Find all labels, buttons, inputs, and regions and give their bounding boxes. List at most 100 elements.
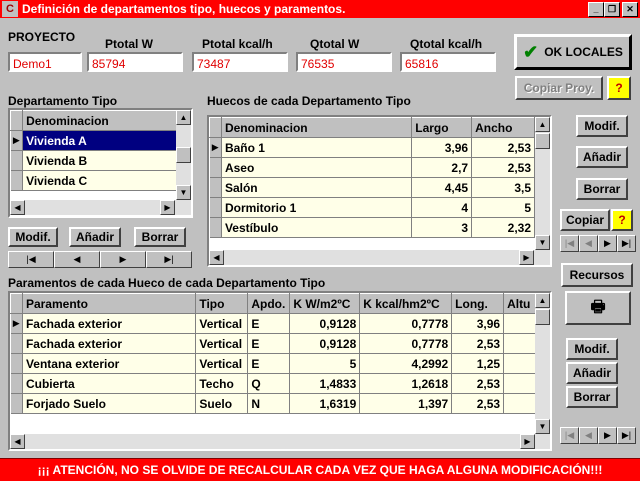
table-cell[interactable]: Salón (221, 177, 413, 198)
app-icon[interactable]: C (2, 1, 18, 17)
table-row[interactable]: ▶ Fachada exterior Vertical E 0,9128 0,7… (10, 313, 550, 334)
table-row[interactable]: Vivienda C (10, 170, 178, 191)
maximize-button[interactable]: ❐ (604, 2, 620, 17)
scroll-down-icon[interactable]: ▼ (176, 185, 191, 200)
table-row[interactable]: Forjado Suelo Suelo N 1,6319 1,397 2,53 (10, 393, 550, 414)
departamento-anadir-button[interactable]: Añadir (69, 227, 121, 247)
table-cell[interactable]: 5 (289, 353, 361, 374)
huecos-modif-button[interactable]: Modif. (576, 115, 628, 137)
help-button[interactable]: ? (607, 76, 631, 100)
column-header[interactable]: K kcal/hm2ºC (359, 293, 453, 314)
table-cell[interactable]: 1,25 (451, 353, 505, 374)
huecos-help-button[interactable]: ? (611, 209, 633, 231)
qtotal-w-field[interactable]: 76535 (296, 52, 392, 72)
scroll-down-icon[interactable]: ▼ (535, 419, 550, 434)
table-row[interactable]: Vivienda B (10, 150, 178, 171)
table-cell[interactable]: 4,45 (411, 177, 473, 198)
scroll-left-icon[interactable]: ◀ (10, 200, 25, 215)
scroll-up-icon[interactable]: ▲ (535, 293, 550, 308)
paramentos-anadir-button[interactable]: Añadir (566, 362, 618, 384)
horizontal-scrollbar[interactable]: ◀ ▶ (209, 250, 550, 265)
table-cell[interactable]: 0,9128 (289, 313, 361, 334)
first-record-icon[interactable]: |◀ (560, 235, 579, 252)
vertical-scrollbar[interactable]: ▲ ▼ (535, 293, 550, 434)
table-row[interactable]: Salón 4,45 3,5 (209, 177, 535, 198)
table-cell[interactable]: 3,96 (411, 137, 473, 158)
scroll-up-icon[interactable]: ▲ (176, 110, 191, 125)
paramentos-modif-button[interactable]: Modif. (566, 338, 618, 360)
column-header[interactable]: K W/m2ºC (289, 293, 361, 314)
table-cell[interactable]: 4 (411, 197, 473, 218)
table-cell[interactable]: 2,7 (411, 157, 473, 178)
table-cell[interactable]: N (247, 393, 291, 414)
table-cell[interactable]: 3 (411, 217, 473, 238)
table-cell[interactable]: Vestíbulo (221, 217, 413, 238)
table-row[interactable]: ▶ Baño 1 3,96 2,53 (209, 137, 535, 158)
departamento-borrar-button[interactable]: Borrar (134, 227, 186, 247)
scroll-right-icon[interactable]: ▶ (519, 250, 534, 265)
column-header[interactable]: Tipo (195, 293, 249, 314)
table-cell[interactable]: Vertical (195, 333, 249, 354)
table-row[interactable]: Cubierta Techo Q 1,4833 1,2618 2,53 (10, 373, 550, 394)
table-cell[interactable]: 5 (471, 197, 535, 218)
vertical-scrollbar[interactable]: ▲ ▼ (535, 117, 550, 250)
table-cell[interactable]: 0,7778 (359, 333, 453, 354)
table-cell[interactable]: 0,7778 (359, 313, 453, 334)
table-cell[interactable]: Vivienda A (22, 130, 178, 151)
first-record-icon[interactable]: |◀ (560, 427, 579, 444)
column-header[interactable]: Denominacion (22, 110, 178, 131)
copiar-proyecto-button[interactable]: Copiar Proy. (515, 76, 603, 100)
table-cell[interactable]: Vertical (195, 313, 249, 334)
table-cell[interactable]: 3,96 (451, 313, 505, 334)
scroll-down-icon[interactable]: ▼ (535, 235, 550, 250)
scroll-thumb[interactable] (176, 147, 191, 163)
first-record-icon[interactable]: |◀ (8, 251, 54, 268)
next-record-icon[interactable]: ▶ (598, 235, 617, 252)
ok-locales-button[interactable]: ✔ OK LOCALES (514, 34, 632, 70)
table-row[interactable]: Fachada exterior Vertical E 0,9128 0,777… (10, 333, 550, 354)
table-cell[interactable]: Fachada exterior (22, 313, 197, 334)
column-header[interactable]: Ancho (471, 117, 535, 138)
table-cell[interactable]: 0,9128 (289, 333, 361, 354)
qtotal-kcal-field[interactable]: 65816 (400, 52, 496, 72)
scroll-right-icon[interactable]: ▶ (520, 434, 535, 449)
table-cell[interactable]: 1,6319 (289, 393, 361, 414)
huecos-borrar-button[interactable]: Borrar (576, 178, 628, 200)
table-cell[interactable]: 2,53 (451, 373, 505, 394)
table-cell[interactable]: Vertical (195, 353, 249, 374)
huecos-copiar-button[interactable]: Copiar (560, 209, 610, 231)
minimize-button[interactable]: _ (588, 2, 604, 17)
table-row[interactable]: ▶ Vivienda A (10, 130, 178, 151)
vertical-scrollbar[interactable]: ▲ ▼ (176, 110, 191, 200)
column-header[interactable]: Denominacion (220, 117, 413, 138)
table-row[interactable]: Aseo 2,7 2,53 (209, 157, 535, 178)
table-cell[interactable]: Dormitorio 1 (221, 197, 413, 218)
scroll-thumb[interactable] (535, 309, 550, 325)
horizontal-scrollbar[interactable]: ◀ ▶ (10, 200, 191, 215)
column-header[interactable]: Paramento (21, 293, 197, 314)
table-cell[interactable]: Fachada exterior (22, 333, 197, 354)
next-record-icon[interactable]: ▶ (100, 251, 146, 268)
last-record-icon[interactable]: ▶| (617, 427, 636, 444)
print-button[interactable]: 🖶 (565, 291, 631, 325)
table-cell[interactable]: 1,2618 (359, 373, 453, 394)
horizontal-scrollbar[interactable]: ◀ ▶ (10, 434, 550, 449)
paramentos-borrar-button[interactable]: Borrar (566, 386, 618, 408)
scroll-right-icon[interactable]: ▶ (160, 200, 175, 215)
huecos-grid[interactable]: Denominacion Largo Ancho ▶ Baño 1 3,96 2… (207, 115, 552, 267)
table-row[interactable]: Dormitorio 1 4 5 (209, 197, 535, 218)
proyecto-name-field[interactable]: Demo1 (8, 52, 82, 72)
recursos-button[interactable]: Recursos (561, 263, 633, 287)
last-record-icon[interactable]: ▶| (617, 235, 636, 252)
table-cell[interactable]: 2,53 (471, 157, 535, 178)
prev-record-icon[interactable]: ◀ (579, 427, 598, 444)
table-cell[interactable]: E (247, 313, 291, 334)
scroll-thumb[interactable] (535, 133, 550, 149)
huecos-anadir-button[interactable]: Añadir (576, 146, 628, 168)
table-cell[interactable]: E (247, 333, 291, 354)
table-cell[interactable]: 4,2992 (359, 353, 453, 374)
table-cell[interactable]: 2,53 (451, 393, 505, 414)
table-cell[interactable]: Aseo (221, 157, 413, 178)
table-cell[interactable]: E (247, 353, 291, 374)
table-cell[interactable]: 2,53 (471, 137, 535, 158)
